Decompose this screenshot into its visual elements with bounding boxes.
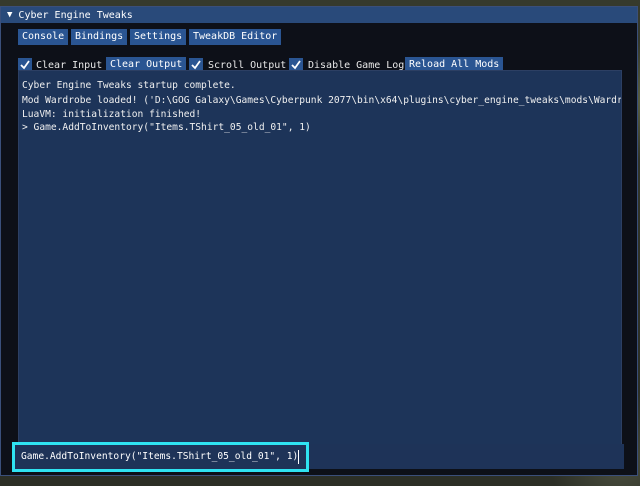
console-line: > Game.AddToInventory("Items.TShirt_05_o… — [22, 122, 311, 133]
text-caret — [298, 450, 299, 464]
console-output[interactable]: Cyber Engine Tweaks startup complete. Mo… — [18, 70, 622, 448]
window-titlebar[interactable]: ▼ Cyber Engine Tweaks — [1, 7, 637, 23]
console-line: LuaVM: initialization finished! — [22, 109, 202, 120]
tab-console[interactable]: Console — [18, 29, 69, 45]
console-line: Cyber Engine Tweaks startup complete. — [22, 80, 236, 91]
collapse-triangle-icon[interactable]: ▼ — [7, 10, 12, 20]
tab-settings[interactable]: Settings — [130, 29, 187, 45]
tab-tweakdb-editor[interactable]: TweakDB Editor — [189, 29, 282, 45]
window-title: Cyber Engine Tweaks — [18, 9, 133, 21]
tab-bindings[interactable]: Bindings — [71, 29, 128, 45]
command-input-value[interactable]: Game.AddToInventory("Items.TShirt_05_old… — [21, 451, 298, 462]
console-line: Mod Wardrobe loaded! ('D:\GOG Galaxy\Gam… — [22, 95, 622, 106]
